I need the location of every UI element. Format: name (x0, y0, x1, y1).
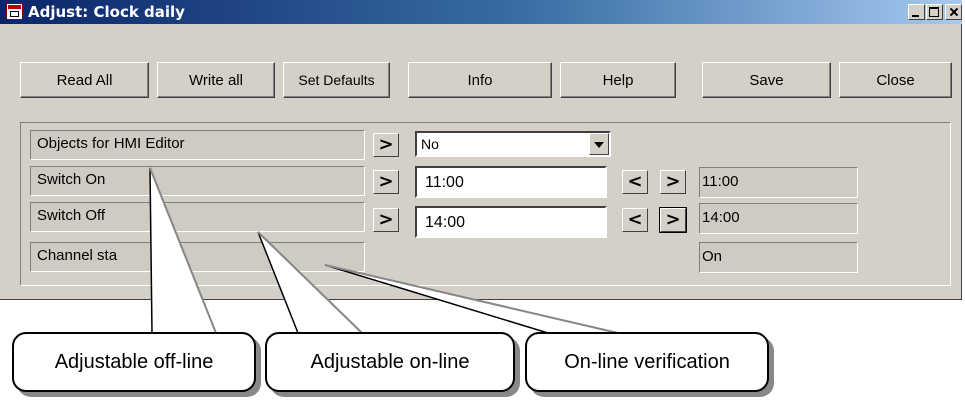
verification-pointer-shadow (324, 264, 619, 334)
callout-verification: On-line verification (525, 332, 769, 392)
callout-online: Adjustable on-line (265, 332, 515, 392)
callout-offline: Adjustable off-line (12, 332, 256, 392)
